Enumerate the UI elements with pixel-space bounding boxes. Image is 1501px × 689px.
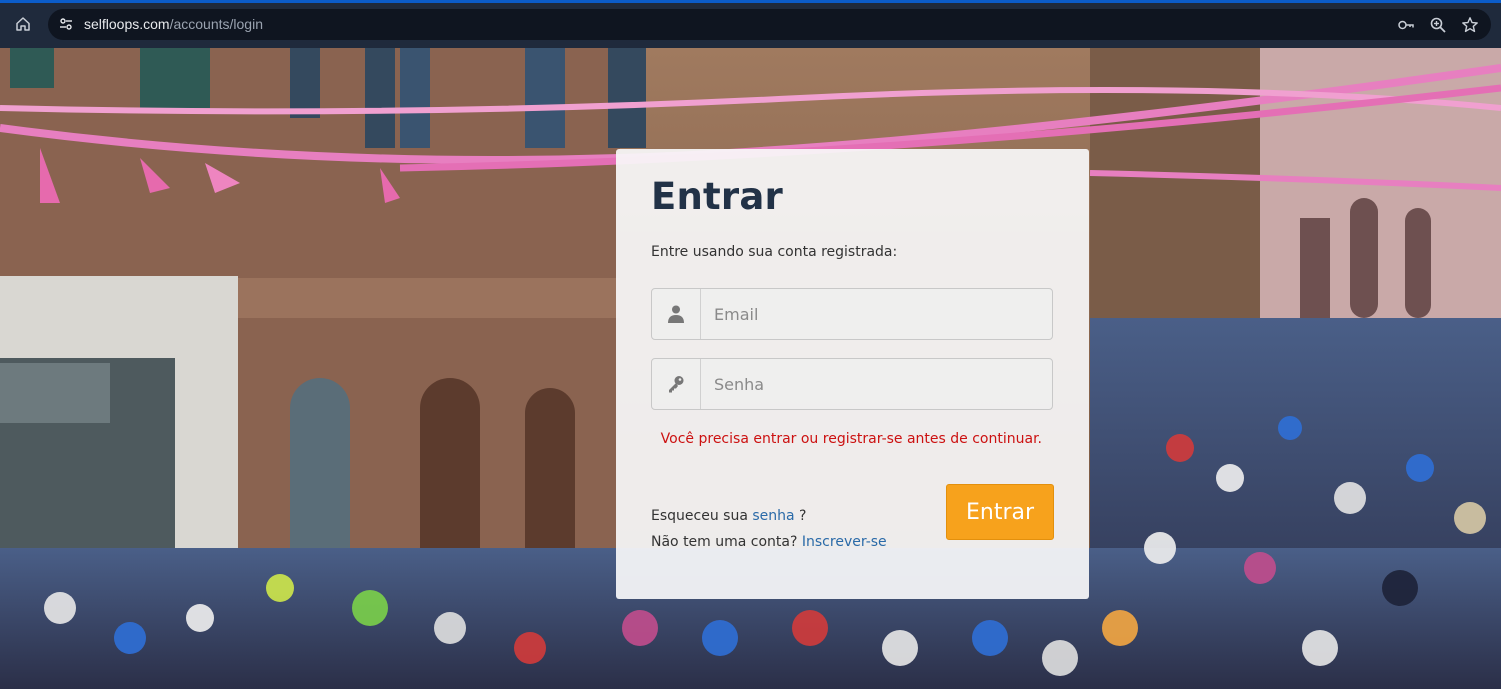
signup-link[interactable]: Inscrever-se: [802, 534, 887, 550]
forgot-password-line: Esqueceu sua senha ?: [651, 503, 887, 529]
forgot-password-link[interactable]: senha: [752, 508, 794, 524]
home-icon: [16, 17, 30, 31]
url-host: selfloops.com: [84, 16, 170, 32]
password-addon: [652, 359, 701, 409]
address-bar[interactable]: selfloops.com/accounts/login: [48, 9, 1491, 40]
password-input-group: [651, 358, 1053, 410]
password-input[interactable]: [701, 359, 1052, 409]
email-addon: [652, 289, 701, 339]
site-settings-button[interactable]: [56, 14, 76, 34]
home-button[interactable]: [10, 11, 36, 37]
zoom-button[interactable]: [1427, 14, 1449, 36]
forgot-suffix: ?: [794, 508, 807, 524]
login-submit-button[interactable]: Entrar: [946, 484, 1054, 540]
bookmark-button[interactable]: [1459, 14, 1481, 36]
login-card: Entrar Entre usando sua conta registrada…: [616, 149, 1089, 599]
account-links: Esqueceu sua senha ? Não tem uma conta? …: [651, 503, 887, 555]
forgot-prefix: Esqueceu sua: [651, 508, 748, 524]
user-icon: [668, 305, 684, 323]
key-icon: [1398, 20, 1414, 30]
password-manager-button[interactable]: [1395, 14, 1417, 36]
key-icon: [669, 376, 684, 393]
email-input[interactable]: [701, 289, 1052, 339]
signup-prefix: Não tem uma conta?: [651, 534, 798, 550]
star-icon: [1462, 17, 1478, 33]
login-required-alert: Você precisa entrar ou registrar-se ante…: [660, 431, 1042, 447]
signup-line: Não tem uma conta? Inscrever-se: [651, 529, 887, 555]
zoom-icon: [1430, 17, 1446, 33]
url-path: /accounts/login: [169, 16, 263, 32]
browser-toolbar: selfloops.com/accounts/login: [0, 0, 1501, 48]
page-title: Entrar: [651, 175, 783, 218]
email-input-group: [651, 288, 1053, 340]
url-text[interactable]: selfloops.com/accounts/login: [84, 16, 263, 32]
site-settings-icon: [60, 18, 72, 30]
login-subtitle: Entre usando sua conta registrada:: [651, 244, 898, 260]
